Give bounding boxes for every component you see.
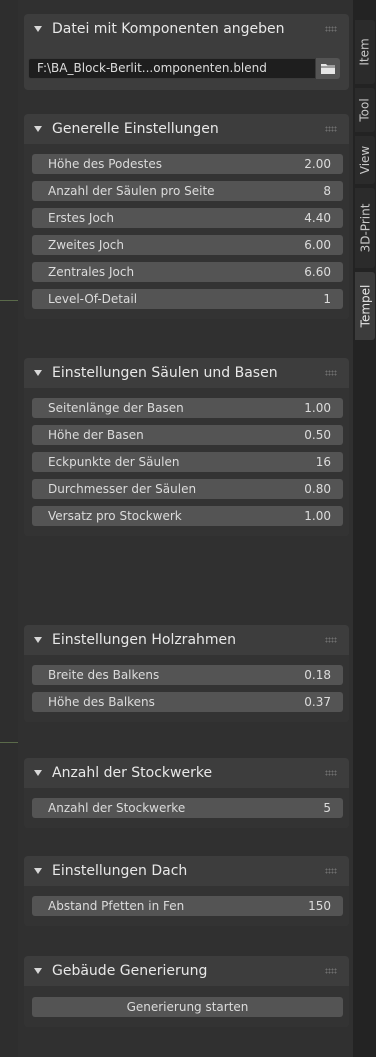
columns-bases-header[interactable]: Einstellungen Säulen und Basen (24, 358, 349, 388)
collapse-triangle-icon (34, 26, 42, 32)
drag-grip-icon[interactable] (325, 770, 337, 776)
base-height-field[interactable]: Höhe der Basen 0.50 (32, 425, 343, 445)
general-settings-section: Generelle Einstellungen Höhe des Podeste… (24, 114, 349, 319)
file-section-header[interactable]: Datei mit Komponenten angeben (24, 14, 349, 44)
field-value: 0.50 (304, 428, 331, 442)
drag-grip-icon[interactable] (325, 868, 337, 874)
field-label: Erstes Joch (48, 211, 115, 225)
section-title: Generelle Einstellungen (52, 121, 219, 137)
columns-bases-section: Einstellungen Säulen und Basen Seitenlän… (24, 358, 349, 536)
field-label: Anzahl der Säulen pro Seite (48, 184, 215, 198)
tab-label: Tempel (358, 284, 373, 328)
level-of-detail-field[interactable]: Level-Of-Detail 1 (32, 289, 343, 309)
second-bay-field[interactable]: Zweites Joch 6.00 (32, 235, 343, 255)
file-path-input[interactable]: F:\BA_Block-Berlit...omponenten.blend (28, 58, 316, 79)
tab-view[interactable]: View (355, 136, 375, 184)
collapse-triangle-icon (34, 637, 42, 643)
viewport-grid-line (0, 300, 18, 301)
field-label: Abstand Pfetten in Fen (48, 899, 185, 913)
wood-frame-header[interactable]: Einstellungen Holzrahmen (24, 625, 349, 655)
columns-per-side-field[interactable]: Anzahl der Säulen pro Seite 8 (32, 181, 343, 201)
field-label: Anzahl der Stockwerke (48, 801, 186, 815)
browse-file-button[interactable] (316, 58, 340, 79)
collapse-triangle-icon (34, 968, 42, 974)
tab-tool[interactable]: Tool (355, 88, 375, 132)
field-label: Höhe des Podestes (48, 157, 162, 171)
beam-height-field[interactable]: Höhe des Balkens 0.37 (32, 692, 343, 712)
field-value: 1.00 (304, 509, 331, 523)
column-diameter-field[interactable]: Durchmesser der Säulen 0.80 (32, 479, 343, 499)
field-label: Zweites Joch (48, 238, 124, 252)
field-label: Zentrales Joch (48, 265, 135, 279)
drag-grip-icon[interactable] (325, 637, 337, 643)
start-generation-button[interactable]: Generierung starten (32, 997, 343, 1017)
section-title: Gebäude Generierung (52, 963, 208, 979)
drag-grip-icon[interactable] (325, 370, 337, 376)
tab-label: Item (358, 38, 373, 66)
field-label: Seitenlänge der Basen (48, 401, 184, 415)
field-value: 6.00 (304, 238, 331, 252)
collapse-triangle-icon (34, 770, 42, 776)
section-title: Einstellungen Dach (52, 863, 188, 879)
collapse-triangle-icon (34, 370, 42, 376)
drag-grip-icon[interactable] (325, 968, 337, 974)
field-label: Eckpunkte der Säulen (48, 455, 180, 469)
collapse-triangle-icon (34, 126, 42, 132)
field-value: 2.00 (304, 157, 331, 171)
sidebar-panel: Datei mit Komponenten angeben Generelle … (18, 0, 353, 1057)
column-vertices-field[interactable]: Eckpunkte der Säulen 16 (32, 452, 343, 472)
floors-header[interactable]: Anzahl der Stockwerke (24, 758, 349, 788)
roof-section: Einstellungen Dach Abstand Pfetten in Fe… (24, 856, 349, 926)
field-value: 8 (323, 184, 331, 198)
field-value: 150 (308, 899, 331, 913)
base-side-length-field[interactable]: Seitenlänge der Basen 1.00 (32, 398, 343, 418)
generation-header[interactable]: Gebäude Generierung (24, 956, 349, 986)
field-value: 6.60 (304, 265, 331, 279)
floor-count-field[interactable]: Anzahl der Stockwerke 5 (32, 798, 343, 818)
wood-frame-section: Einstellungen Holzrahmen Breite des Balk… (24, 625, 349, 722)
folder-icon (321, 63, 335, 74)
tab-tempel[interactable]: Tempel (355, 272, 375, 340)
tab-label: View (358, 145, 373, 175)
tab-3d-print[interactable]: 3D-Print (355, 188, 375, 268)
field-value: 5 (323, 801, 331, 815)
central-bay-field[interactable]: Zentrales Joch 6.60 (32, 262, 343, 282)
first-bay-field[interactable]: Erstes Joch 4.40 (32, 208, 343, 228)
viewport-edge (0, 0, 18, 1057)
field-label: Durchmesser der Säulen (48, 482, 197, 496)
field-value: 1.00 (304, 401, 331, 415)
drag-grip-icon[interactable] (325, 26, 337, 32)
floors-section: Anzahl der Stockwerke Anzahl der Stockwe… (24, 758, 349, 828)
sidebar-tab-bar: Item Tool View 3D-Print Tempel (353, 0, 376, 1057)
collapse-triangle-icon (34, 868, 42, 874)
section-title: Datei mit Komponenten angeben (52, 21, 285, 37)
tab-label: Tool (358, 98, 372, 122)
field-label: Versatz pro Stockwerk (48, 509, 182, 523)
field-value: 16 (315, 455, 331, 469)
field-label: Level-Of-Detail (48, 292, 138, 306)
field-label: Höhe des Balkens (48, 695, 155, 709)
floor-offset-field[interactable]: Versatz pro Stockwerk 1.00 (32, 506, 343, 526)
field-value: 0.80 (304, 482, 331, 496)
general-settings-header[interactable]: Generelle Einstellungen (24, 114, 349, 144)
tab-label: 3D-Print (358, 203, 372, 253)
drag-grip-icon[interactable] (325, 126, 337, 132)
section-title: Einstellungen Holzrahmen (52, 632, 237, 648)
field-value: 1 (323, 292, 331, 306)
beam-width-field[interactable]: Breite des Balkens 0.18 (32, 665, 343, 685)
field-value: 4.40 (304, 211, 331, 225)
podest-height-field[interactable]: Höhe des Podestes 2.00 (32, 154, 343, 174)
field-label: Höhe der Basen (48, 428, 144, 442)
file-path-row: F:\BA_Block-Berlit...omponenten.blend (28, 58, 340, 79)
field-value: 0.18 (304, 668, 331, 682)
roof-header[interactable]: Einstellungen Dach (24, 856, 349, 886)
viewport-grid-line (0, 742, 18, 743)
section-title: Anzahl der Stockwerke (52, 765, 213, 781)
generation-section: Gebäude Generierung Generierung starten (24, 956, 349, 1027)
purlin-distance-field[interactable]: Abstand Pfetten in Fen 150 (32, 896, 343, 916)
field-label: Breite des Balkens (48, 668, 160, 682)
section-title: Einstellungen Säulen und Basen (52, 365, 278, 381)
tab-item[interactable]: Item (355, 20, 375, 84)
field-value: 0.37 (304, 695, 331, 709)
